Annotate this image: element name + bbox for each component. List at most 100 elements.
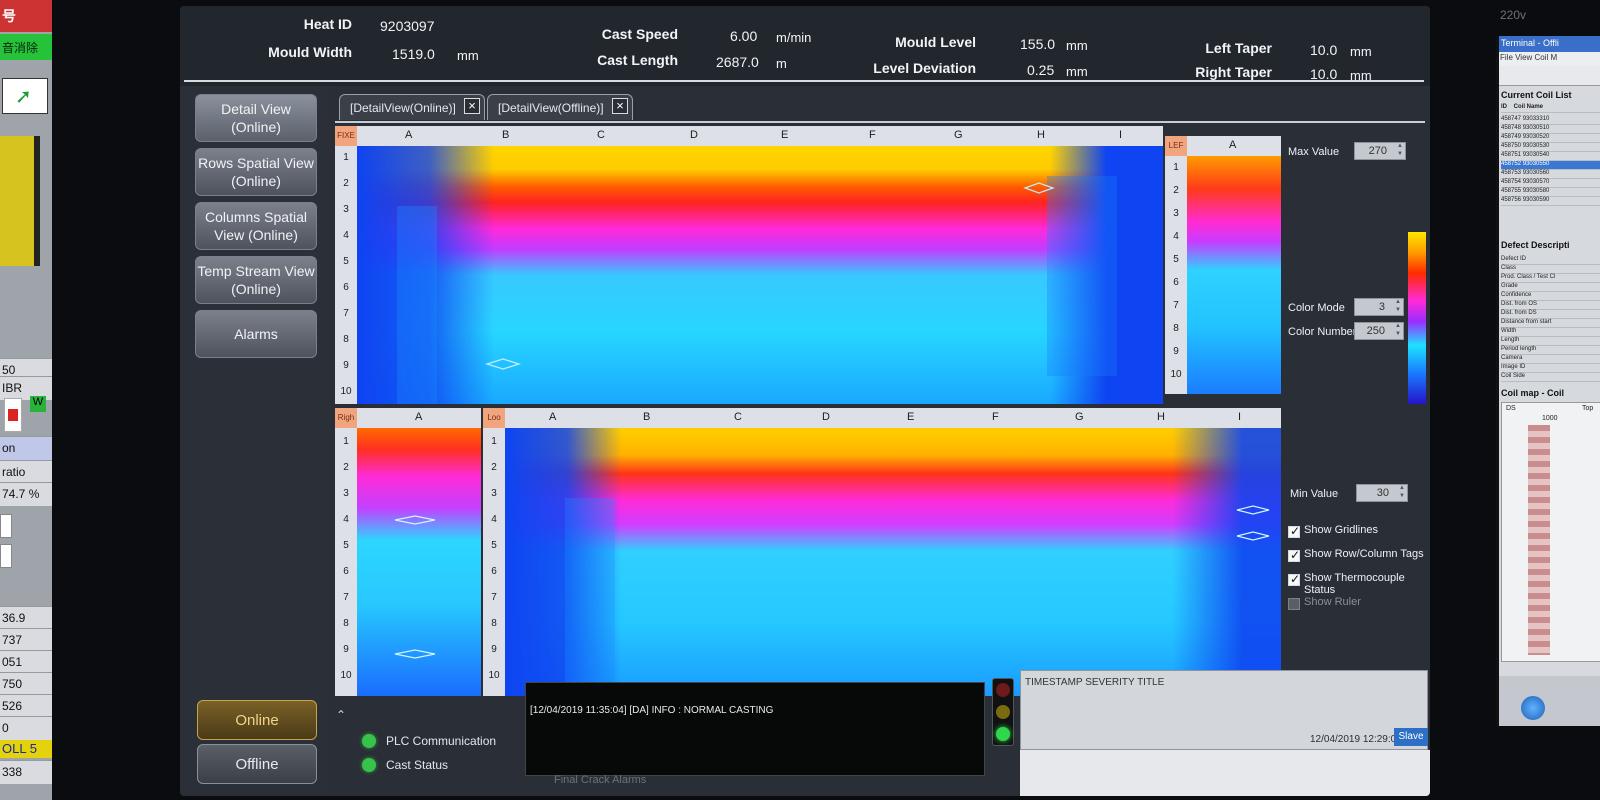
collapse-icon[interactable]: ⌃ bbox=[336, 708, 346, 722]
start-button-icon[interactable] bbox=[1521, 696, 1545, 720]
temp-stream-view-button[interactable]: Temp Stream View (Online) bbox=[195, 256, 317, 304]
row-tag: 8 bbox=[1173, 323, 1179, 334]
mould-width-unit: mm bbox=[457, 48, 479, 63]
left-window-input[interactable] bbox=[0, 514, 12, 538]
right-face-heatmap[interactable] bbox=[357, 428, 481, 696]
red-light-icon bbox=[996, 683, 1010, 697]
left-window-w-indicator: W bbox=[30, 396, 46, 412]
row-tag: 7 bbox=[1173, 300, 1179, 311]
cast-speed-label: Cast Speed bbox=[601, 26, 678, 42]
event-log[interactable]: [12/04/2019 11:35:04] [DA] INFO : NORMAL… bbox=[525, 682, 985, 776]
left-window-red-indicator bbox=[4, 398, 22, 432]
level-deviation-value: 0.25 bbox=[1027, 62, 1055, 78]
show-tags-checkbox[interactable] bbox=[1288, 548, 1300, 562]
loose-face-heatmap[interactable] bbox=[505, 428, 1281, 696]
column-tag: A bbox=[1229, 139, 1237, 151]
log-message: [12/04/2019 11:35:04] [DA] INFO : NORMAL… bbox=[530, 705, 774, 716]
panel-tag: LEF bbox=[1165, 136, 1187, 156]
alarm-table-header: TIMESTAMP SEVERITY TITLE bbox=[1025, 677, 1165, 688]
close-icon[interactable]: × bbox=[612, 98, 628, 114]
close-icon[interactable]: × bbox=[464, 98, 480, 114]
column-tag: A bbox=[549, 411, 557, 423]
left-face-heatmap[interactable] bbox=[1187, 156, 1281, 394]
list-item[interactable]: 458748 93030510 bbox=[1501, 125, 1600, 134]
min-value-input[interactable]: 30 bbox=[1356, 484, 1408, 502]
coil-list-title: Current Coil List bbox=[1501, 90, 1572, 100]
row-tag: 8 bbox=[491, 618, 497, 629]
fixed-face-heatmap[interactable] bbox=[357, 146, 1163, 404]
offline-mode-button[interactable]: Offline bbox=[197, 744, 317, 784]
mould-level-value: 155.0 bbox=[1020, 36, 1056, 52]
row-tag: 4 bbox=[491, 514, 497, 525]
row-tag: 10 bbox=[1170, 369, 1182, 380]
process-header: Heat ID 9203097 Mould Width 1519.0 mm Ca… bbox=[180, 6, 1430, 86]
panel-tag: Loo bbox=[483, 408, 505, 428]
column-tag: F bbox=[869, 129, 876, 141]
row-tag: 6 bbox=[343, 282, 349, 293]
tab-detail-view-online[interactable]: [DetailView(Online)] × bbox=[339, 94, 485, 120]
right-taper-label: Right Taper bbox=[1195, 64, 1272, 80]
left-face-heatmap-panel: LEF A 1 2 3 4 5 6 7 8 9 10 bbox=[1165, 136, 1281, 394]
online-mode-button[interactable]: Online bbox=[197, 700, 317, 740]
max-value-input[interactable]: 270 bbox=[1354, 142, 1406, 160]
row-tag: 6 bbox=[343, 566, 349, 577]
tab-detail-view-offline[interactable]: [DetailView(Offline)] × bbox=[487, 94, 633, 120]
list-item[interactable]: 458754 93030570 bbox=[1501, 179, 1600, 188]
column-tag: D bbox=[822, 411, 830, 423]
list-item[interactable]: 458755 93030580 bbox=[1501, 188, 1600, 197]
show-ruler-checkbox[interactable] bbox=[1288, 598, 1300, 610]
coil-list-header: ID Coil Name bbox=[1501, 104, 1600, 113]
column-tag: I bbox=[1238, 411, 1242, 423]
row-tag: 3 bbox=[343, 204, 349, 215]
alarms-button[interactable]: Alarms bbox=[195, 310, 317, 358]
level-deviation-unit: mm bbox=[1066, 64, 1088, 79]
columns-spatial-view-button[interactable]: Columns Spatial View (Online) bbox=[195, 202, 317, 250]
column-tag: D bbox=[690, 129, 698, 141]
color-number-input[interactable]: 250 bbox=[1354, 322, 1404, 340]
coil-map-ds-label: DS bbox=[1506, 405, 1516, 412]
show-thermocouple-checkbox[interactable] bbox=[1288, 572, 1300, 586]
list-item[interactable]: 458749 93030520 bbox=[1501, 134, 1600, 143]
tab-label: [DetailView(Online)] bbox=[350, 101, 456, 115]
list-item[interactable]: 458747 93033310 bbox=[1501, 116, 1600, 125]
show-tags-label: Show Row/Column Tags bbox=[1304, 548, 1424, 560]
row-tag: 10 bbox=[340, 386, 352, 397]
column-tag: A bbox=[405, 129, 413, 141]
list-item[interactable]: 458751 93030540 bbox=[1501, 152, 1600, 161]
cast-speed-unit: m/min bbox=[776, 30, 812, 45]
detail-view-online-button[interactable]: Detail View (Online) bbox=[195, 94, 317, 142]
show-gridlines-checkbox[interactable] bbox=[1288, 524, 1300, 538]
min-value-label: Min Value bbox=[1290, 488, 1339, 500]
column-tag: H bbox=[1157, 411, 1165, 423]
list-item[interactable]: 458756 93030590 bbox=[1501, 197, 1600, 206]
row-tag: 5 bbox=[343, 540, 349, 551]
terminal-toolbar[interactable] bbox=[1499, 66, 1600, 86]
color-mode-input[interactable]: 3 bbox=[1354, 298, 1404, 316]
rows-spatial-view-button[interactable]: Rows Spatial View (Online) bbox=[195, 148, 317, 196]
column-tag: G bbox=[954, 129, 963, 141]
left-window-value: 051 bbox=[0, 650, 52, 674]
left-window-value: 74.7 % bbox=[0, 482, 52, 506]
left-window-value: 338 bbox=[0, 760, 52, 784]
left-taper-value: 10.0 bbox=[1310, 42, 1338, 58]
row-tag: 6 bbox=[1173, 277, 1179, 288]
column-tag: B bbox=[643, 411, 651, 423]
column-tag: C bbox=[734, 411, 742, 423]
mould-width-value: 1519.0 bbox=[392, 46, 435, 62]
list-item[interactable]: 458750 93030530 bbox=[1501, 143, 1600, 152]
terminal-menu[interactable]: File View Coil M bbox=[1499, 52, 1600, 66]
column-header: A bbox=[357, 408, 481, 428]
row-header: 1 2 3 4 5 6 7 8 9 10 bbox=[1165, 156, 1187, 394]
plc-status-icon bbox=[362, 734, 376, 748]
row-tag: 2 bbox=[343, 178, 349, 189]
list-item[interactable]: 458753 93030560 bbox=[1501, 170, 1600, 179]
defect-field: Camera bbox=[1501, 355, 1600, 364]
left-window-input[interactable] bbox=[0, 544, 12, 568]
row-tag: 3 bbox=[343, 488, 349, 499]
tab-label: [DetailView(Offline)] bbox=[498, 101, 604, 115]
left-window-action-button[interactable]: ➚ bbox=[2, 78, 48, 114]
left-window-mute-button[interactable]: 音消除 bbox=[0, 34, 52, 60]
defect-field: Period length bbox=[1501, 346, 1600, 355]
coil-map[interactable]: DS Top 1000 bbox=[1501, 402, 1600, 662]
list-item[interactable]: 458752 93030550 bbox=[1501, 161, 1600, 170]
